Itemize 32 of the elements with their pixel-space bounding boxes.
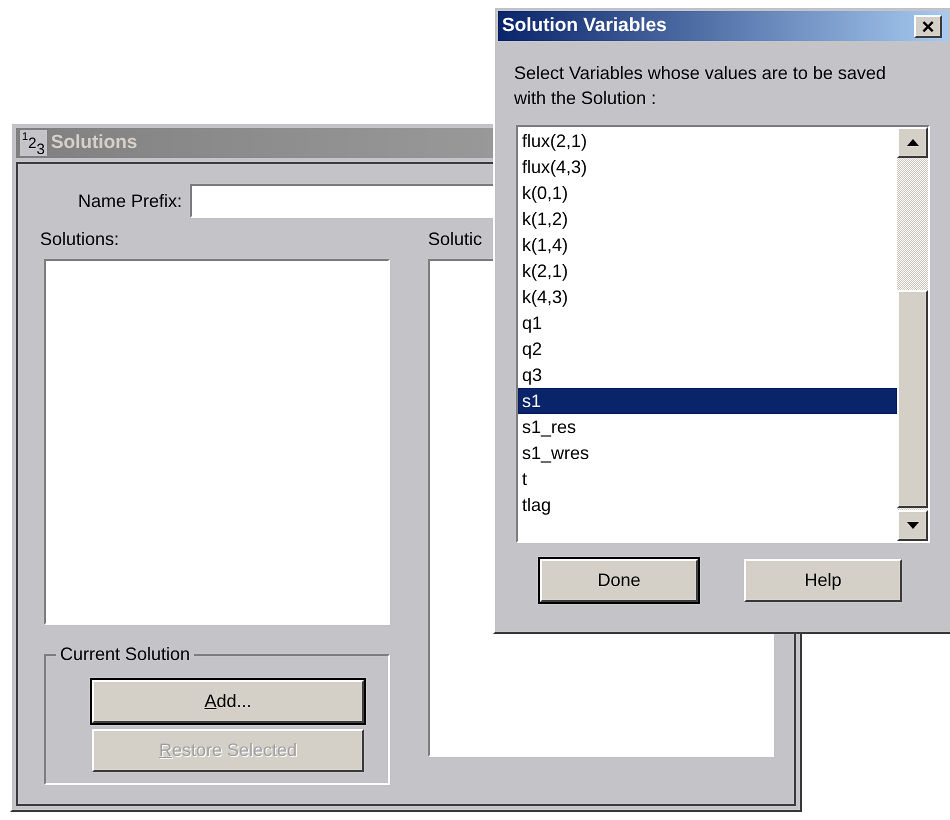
list-item[interactable]: s1_res — [518, 414, 897, 440]
dialog-button[interactable]: Done — [540, 559, 698, 602]
up-arrow-icon — [906, 139, 918, 146]
list-label: Solutions: — [40, 228, 120, 251]
scrollbar[interactable] — [897, 127, 928, 541]
down-arrow-icon — [906, 522, 918, 529]
list-item[interactable]: s1 — [518, 388, 897, 414]
scroll-down-button[interactable] — [897, 510, 928, 541]
dialog-button[interactable]: Add... — [92, 680, 364, 723]
list-item[interactable]: q3 — [518, 362, 897, 388]
list-item[interactable]: k(1,2) — [518, 206, 897, 232]
prompt-text: Select Variables whose values are to be saved with the Solution : — [514, 62, 887, 110]
list-item[interactable]: t — [518, 466, 897, 492]
window-title: Solution Variables — [502, 14, 667, 38]
group-label: Current Solution — [59, 643, 192, 666]
list-item[interactable]: q2 — [518, 336, 897, 362]
window-title: Solutions — [50, 130, 138, 155]
list-item[interactable]: s1_wres — [518, 440, 897, 466]
list-item[interactable]: flux(4,3) — [518, 154, 897, 180]
list-item[interactable]: tlag — [518, 492, 897, 518]
dialog-button[interactable]: Help — [744, 559, 902, 602]
scroll-up-button[interactable] — [897, 127, 928, 158]
list-item[interactable]: k(4,3) — [518, 284, 897, 310]
list-item[interactable]: q1 — [518, 310, 897, 336]
scroll-thumb[interactable] — [897, 290, 928, 508]
list-item[interactable]: k(0,1) — [518, 180, 897, 206]
list-label: Solutic — [428, 228, 482, 251]
close-button[interactable]: × — [914, 15, 942, 38]
field-label: Name Prefix: — [78, 190, 182, 212]
list-item[interactable]: k(1,4) — [518, 232, 897, 258]
list-item[interactable]: k(2,1) — [518, 258, 897, 284]
list-item[interactable]: flux(2,1) — [518, 128, 897, 154]
